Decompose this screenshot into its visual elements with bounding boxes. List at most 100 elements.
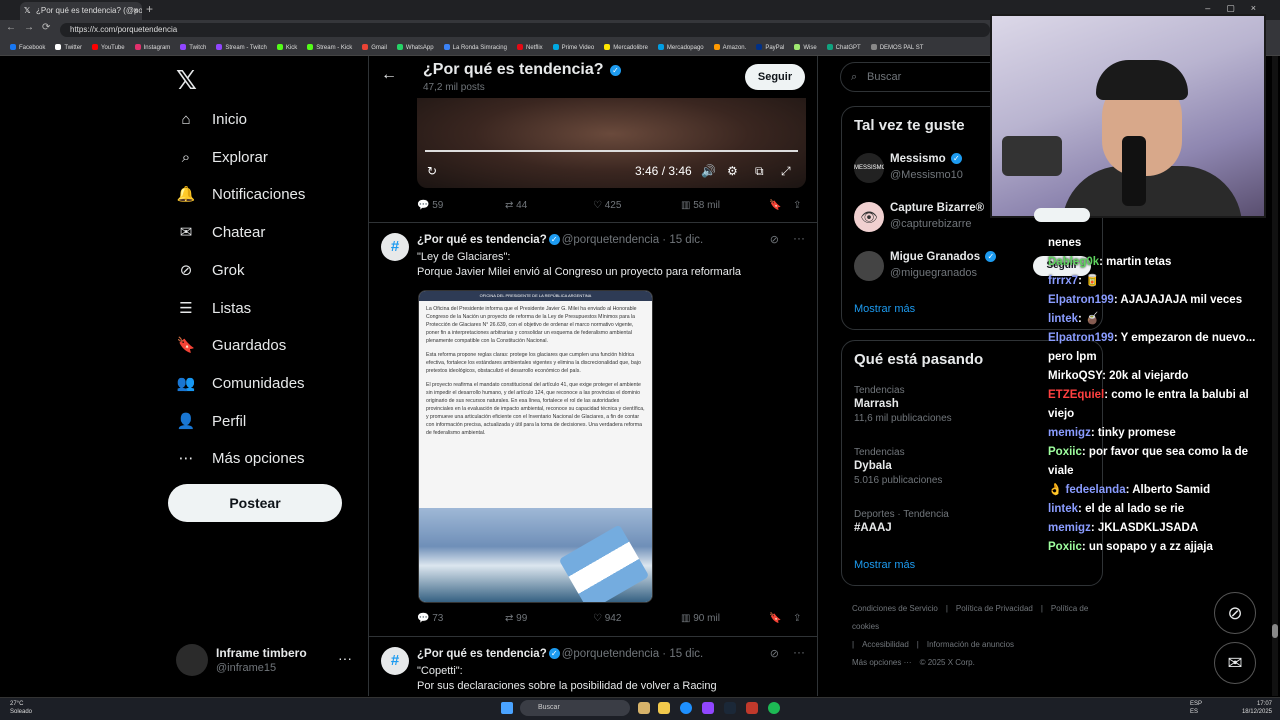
tweet-date[interactable]: · 15 dic. <box>662 648 703 660</box>
bookmark-item[interactable]: Stream - Twitch <box>216 40 267 55</box>
chat-username[interactable]: lintek <box>1048 313 1078 325</box>
volume-icon[interactable]: 🔊 <box>701 164 716 178</box>
fullscreen-icon[interactable]: ⤢ <box>781 164 791 179</box>
bookmark-item[interactable]: Stream - Kick <box>307 40 352 55</box>
bookmark-item[interactable]: WhatsApp <box>396 40 434 55</box>
chat-username[interactable]: Poxiic <box>1048 541 1082 553</box>
footer-link[interactable]: © 2025 X Corp. <box>920 658 975 667</box>
bookmark-item[interactable]: ChatGPT <box>826 40 861 55</box>
more-icon[interactable]: ··· <box>793 231 805 245</box>
share-icon[interactable]: ⇪ <box>793 200 801 211</box>
nav-item-listas[interactable]: ☰ Listas <box>176 293 251 323</box>
weather-widget[interactable]: 27°C Soleado <box>10 700 32 716</box>
avatar[interactable]: # <box>381 233 409 261</box>
footer-link[interactable]: Más opciones ··· <box>852 658 912 667</box>
reply-button[interactable]: 💬 73 <box>417 613 443 624</box>
steam-icon[interactable] <box>724 702 736 714</box>
bookmark-item[interactable]: Wise <box>794 40 817 55</box>
show-more-link[interactable]: Mostrar más <box>854 303 915 315</box>
chat-username[interactable]: 👌 fedeelanda <box>1048 484 1126 496</box>
tweet[interactable]: # ¿Por qué es tendencia? ✓ @porquetendenci… <box>369 636 817 696</box>
nav-item-explorar[interactable]: ⌕ Explorar <box>176 142 268 172</box>
follow-button[interactable]: Seguir <box>745 64 805 90</box>
footer-link[interactable]: Condiciones de Servicio <box>852 604 938 613</box>
chat-username[interactable]: memigz <box>1048 427 1091 439</box>
chat-username[interactable]: frrrx7 <box>1048 275 1078 287</box>
footer-link[interactable]: Política de Privacidad <box>956 604 1033 613</box>
back-arrow-icon[interactable]: ← <box>381 66 397 84</box>
reply-button[interactable]: 💬 59 <box>417 200 443 211</box>
chat-username[interactable]: lintek <box>1048 503 1078 515</box>
language-indicator[interactable]: ESP ES <box>1190 700 1202 716</box>
browser-tab[interactable]: 𝕏 ¿Por qué es tendencia? (@porque× <box>20 2 142 20</box>
file-explorer-icon[interactable] <box>658 702 670 714</box>
bookmark-item[interactable]: Kick <box>276 40 297 55</box>
footer-link[interactable]: Información de anuncios <box>927 640 1014 649</box>
scrollbar-thumb[interactable] <box>1272 624 1278 638</box>
taskbar-search[interactable]: Buscar <box>520 700 630 716</box>
chat-username[interactable]: Elpatron199 <box>1048 332 1114 344</box>
scrollbar[interactable] <box>1272 56 1278 696</box>
bookmark-item[interactable]: Mercadolibre <box>604 40 648 55</box>
nav-item-chatear[interactable]: ✉ Chatear <box>176 217 266 247</box>
chat-username[interactable]: Elpatron199 <box>1048 294 1114 306</box>
follow-chip[interactable] <box>1034 208 1090 222</box>
views-button[interactable]: ▥ 90 mil <box>681 613 720 624</box>
author-handle[interactable]: @porquetendencia <box>562 234 659 246</box>
author-handle[interactable]: @porquetendencia <box>562 648 659 660</box>
show-more-link[interactable]: Mostrar más <box>854 559 915 571</box>
pip-icon[interactable]: ⧉ <box>755 164 764 179</box>
new-tab-button[interactable]: + <box>146 2 153 16</box>
video-player[interactable]: ↻ 3:46 / 3:46 🔊 ⚙ ⧉ ⤢ <box>417 98 806 188</box>
bookmark-item[interactable]: PayPal <box>756 40 784 55</box>
settings-icon[interactable]: ⚙ <box>727 164 738 178</box>
chat-username[interactable]: Dableg0k <box>1048 256 1099 268</box>
close-tab-icon[interactable]: × <box>133 2 138 20</box>
avatar[interactable]: # <box>381 647 409 675</box>
tweet-image[interactable]: OFICINA DEL PRESIDENTE DE LA REPÚBLICA A… <box>418 290 653 603</box>
footer-link[interactable]: Accesibilidad <box>862 640 909 649</box>
bookmark-item[interactable]: Netflix <box>516 40 543 55</box>
bookmark-item[interactable]: Gmail <box>362 40 387 55</box>
chat-username[interactable]: Poxiic <box>1048 446 1082 458</box>
nav-item-inicio[interactable]: ⌂ Inicio <box>176 104 247 134</box>
bookmark-item[interactable]: DEMOS PAL ST <box>870 40 923 55</box>
chat-username[interactable]: MirkoQSY <box>1048 370 1102 382</box>
x-logo-icon[interactable]: 𝕏 <box>176 66 197 96</box>
more-icon[interactable]: ··· <box>338 650 352 666</box>
like-button[interactable]: ♡ 425 <box>593 200 621 211</box>
windows-start-icon[interactable] <box>501 702 513 714</box>
tweet-date[interactable]: · 15 dic. <box>662 234 703 246</box>
share-icon[interactable]: ⇪ <box>793 613 801 624</box>
nav-item-comunidades[interactable]: 👥 Comunidades <box>176 368 305 398</box>
bookmark-icon[interactable]: 🔖 <box>769 613 781 624</box>
bookmark-item[interactable]: Facebook <box>10 40 45 55</box>
bookmark-item[interactable]: Prime Video <box>552 40 594 55</box>
edge-icon[interactable] <box>680 702 692 714</box>
more-icon[interactable]: ··· <box>793 645 805 659</box>
chat-username[interactable]: ETZEquiel <box>1048 389 1104 401</box>
views-button[interactable]: ▥ 58 mil <box>681 200 720 211</box>
bookmark-item[interactable]: Mercadopago <box>657 40 704 55</box>
grok-icon[interactable]: ⊘ <box>1214 592 1256 634</box>
nav-item-perfil[interactable]: 👤 Perfil <box>176 406 247 436</box>
account-switcher[interactable]: Inframe timbero @inframe15 ··· <box>176 644 356 676</box>
app-icon[interactable] <box>746 702 758 714</box>
bookmark-item[interactable]: Amazon. <box>713 40 746 55</box>
grok-icon[interactable]: ⊘ <box>770 233 779 246</box>
clock[interactable]: 17:07 18/12/2025 <box>1242 700 1272 716</box>
bookmark-item[interactable]: La Ronda Simracing <box>443 40 507 55</box>
bookmark-item[interactable]: Twitter <box>55 40 82 55</box>
twitch-icon[interactable] <box>702 702 714 714</box>
repost-button[interactable]: ⇄ 44 <box>505 200 527 211</box>
spotify-icon[interactable] <box>768 702 780 714</box>
chat-username[interactable]: memigz <box>1048 522 1091 534</box>
bookmark-item[interactable]: Twitch <box>180 40 206 55</box>
bookmark-item[interactable]: YouTube <box>92 40 125 55</box>
bookmark-item[interactable]: Instagram <box>134 40 170 55</box>
replay-icon[interactable]: ↻ <box>427 164 437 178</box>
post-button[interactable]: Postear <box>168 484 342 522</box>
video-progress-bar[interactable] <box>425 150 798 152</box>
like-button[interactable]: ♡ 942 <box>593 613 621 624</box>
browser-nav-buttons[interactable]: ←→⟳ <box>6 22 58 33</box>
